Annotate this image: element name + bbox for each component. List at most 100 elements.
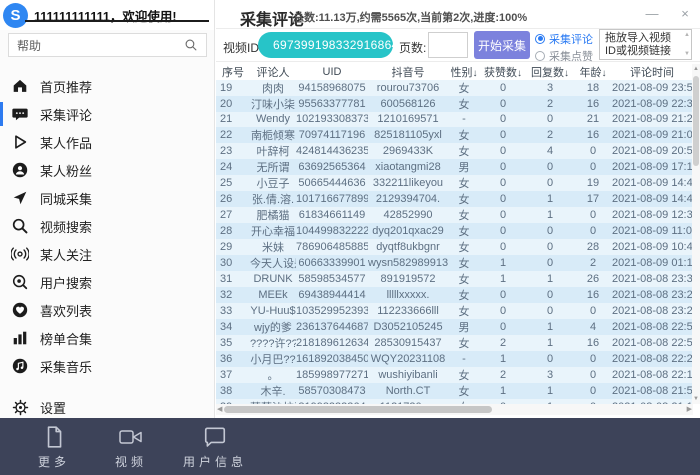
- sidebar-item-user-following[interactable]: 某人关注: [0, 240, 215, 268]
- cell-replies: 1: [526, 271, 574, 287]
- cell-age: 19: [574, 175, 612, 191]
- sidebar-item-rank-collection[interactable]: 榜单合集: [0, 324, 215, 352]
- cell-commenter: Wendy: [250, 112, 296, 127]
- sidebar-item-label: 设置: [40, 398, 66, 417]
- table-row[interactable]: 35????许?? ??...218189612634...2853091543…: [216, 335, 692, 351]
- table-row[interactable]: 23叶辞柯424814436235...2969433K女0402021-08-…: [216, 143, 692, 159]
- cell-comment-time: 2021-08-09 20:5: [612, 143, 692, 159]
- sidebar-item-city-collect[interactable]: 同城采集: [0, 184, 215, 212]
- comment-icon: [10, 104, 30, 124]
- cell-gender: 女: [448, 143, 480, 159]
- sidebar-item-user-search[interactable]: 用户搜索: [0, 268, 215, 296]
- column-header-uid[interactable]: UID: [296, 64, 368, 80]
- table-row[interactable]: 37。185998977271...wushiyibanli女2302021-0…: [216, 367, 692, 383]
- table-row[interactable]: 32MEEk69438944414lllllxxxxx.女00162021-08…: [216, 287, 692, 303]
- table-row[interactable]: 27肥橘猫6183466114942852990女0102021-08-09 1…: [216, 207, 692, 223]
- sidebar-item-collect-music[interactable]: 采集音乐: [0, 352, 215, 380]
- video-id-input[interactable]: 6973991983329168644: [258, 32, 393, 58]
- minimize-button[interactable]: —: [641, 4, 663, 24]
- column-header-likes[interactable]: 获赞数↓: [480, 64, 526, 80]
- vertical-scrollbar[interactable]: ▲ ▼: [692, 64, 700, 404]
- radio-collect-likes[interactable]: 采集点赞: [535, 48, 593, 63]
- cell-douyin-id: xiaotangmi28: [368, 159, 448, 175]
- cell-uid: 218189612634...: [296, 335, 368, 351]
- sidebar-item-user-works[interactable]: 某人作品: [0, 128, 215, 156]
- table-row[interactable]: 21Wendy1021933083731210169571-00212021-0…: [216, 112, 692, 127]
- cell-comment-time: 2021-08-09 12:3: [612, 207, 692, 223]
- table-row[interactable]: 25小豆子50665444636332211likeyou女00192021-0…: [216, 175, 692, 191]
- sidebar-item-collect-comments[interactable]: 采集评论: [0, 100, 215, 128]
- sidebar-item-settings[interactable]: 设置: [0, 393, 66, 421]
- scroll-right-icon[interactable]: ▶: [687, 404, 692, 415]
- table-row[interactable]: 26张.倩.溶.1017166778992129394704.女01172021…: [216, 191, 692, 207]
- table-row[interactable]: 30今天人设是...60663339901wysn582989913女10220…: [216, 255, 692, 271]
- scroll-down-icon[interactable]: ▼: [692, 395, 700, 403]
- table-row[interactable]: 34wjy的爹236137644687...D3052105245男014202…: [216, 319, 692, 335]
- vertical-scrollbar-thumb[interactable]: [693, 76, 699, 166]
- column-header-commenter[interactable]: 评论人: [250, 64, 296, 80]
- cell-index: 26: [216, 191, 250, 207]
- bottom-item-more[interactable]: 更多: [38, 424, 70, 470]
- horizontal-scrollbar[interactable]: ◀ ▶: [216, 404, 693, 415]
- table-row[interactable]: 19肉肉94158968075rourou73706女03182021-08-0…: [216, 80, 692, 96]
- cell-uid: 103529952393: [296, 303, 368, 319]
- collect-mode-radio-group: 采集评论 采集点赞: [535, 31, 593, 65]
- column-header-age[interactable]: 年龄↓: [574, 64, 612, 80]
- column-header-douyin-id[interactable]: 抖音号: [368, 64, 448, 80]
- cell-replies: 1: [526, 335, 574, 351]
- table-row[interactable]: 38木辛.58570308473North.CT女1102021-08-08 2…: [216, 383, 692, 399]
- table-row[interactable]: 28开心幸福104499832222dyq201qxac29女0002021-0…: [216, 223, 692, 239]
- table-row[interactable]: 29米妹786906485885...dyqtf8ukbgnr女00282021…: [216, 239, 692, 255]
- sidebar-item-user-fans[interactable]: 某人粉丝: [0, 156, 215, 184]
- table-row[interactable]: 36小月巴??161892038450...WQY20231108-100202…: [216, 351, 692, 367]
- sidebar-item-likes-list[interactable]: 喜欢列表: [0, 296, 215, 324]
- video-search-icon: [10, 216, 30, 236]
- bottom-item-user-info[interactable]: 用户信息: [183, 424, 247, 470]
- radio-collect-comments[interactable]: 采集评论: [535, 31, 593, 46]
- column-header-comment-time[interactable]: 评论时间: [612, 64, 692, 80]
- cell-comment-time: 2021-08-08 21:5: [612, 383, 692, 399]
- cell-age: 0: [574, 159, 612, 175]
- sidebar-item-label: 喜欢列表: [40, 301, 92, 320]
- cell-age: 0: [574, 351, 612, 367]
- table-row[interactable]: 24无所谓63692565364xiaotangmi28男0002021-08-…: [216, 159, 692, 175]
- table-row[interactable]: 31DRUNK58598534577891919572女11262021-08-…: [216, 271, 692, 287]
- sidebar-item-home-feed[interactable]: 首页推荐: [0, 72, 215, 100]
- cell-replies: 2: [526, 96, 574, 112]
- start-collect-button[interactable]: 开始采集: [474, 31, 530, 59]
- cell-gender: 女: [448, 271, 480, 287]
- sidebar-item-video-search[interactable]: 视频搜索: [0, 212, 215, 240]
- main-header: 采集评论 总数:11.13万,约需5565次,当前第2次,进度:100% — ×: [216, 0, 700, 29]
- bottom-item-video[interactable]: 视频: [115, 424, 147, 470]
- cell-likes: 0: [480, 112, 526, 127]
- cell-replies: 3: [526, 367, 574, 383]
- scroll-up-icon[interactable]: ▲: [692, 65, 700, 73]
- help-search-input[interactable]: 帮助: [8, 33, 207, 57]
- table-row[interactable]: 20汀味小柒95563377781600568126女02162021-08-0…: [216, 96, 692, 112]
- column-header-index[interactable]: 序号: [216, 64, 250, 80]
- sidebar-item-label: 采集评论: [40, 105, 92, 124]
- cell-age: 16: [574, 287, 612, 303]
- cell-comment-time: 2021-08-08 23:3: [612, 271, 692, 287]
- cell-age: 2: [574, 255, 612, 271]
- welcome-text: 111111111111，欢迎使用!: [34, 6, 177, 25]
- video-id-dropzone[interactable]: 拖放导入视频ID或视频链接 ▲ ▼: [599, 29, 692, 60]
- horizontal-scrollbar-thumb[interactable]: [224, 406, 492, 413]
- cell-commenter: 小豆子: [250, 175, 296, 191]
- close-button[interactable]: ×: [674, 4, 696, 24]
- cell-commenter: 叶辞柯: [250, 143, 296, 159]
- column-header-gender[interactable]: 性别↓: [448, 64, 480, 80]
- cell-comment-time: 2021-08-09 23:5: [612, 80, 692, 96]
- table-row[interactable]: 22南栀倾寒70974117196825181105yxl女02162021-0…: [216, 127, 692, 143]
- cell-index: 24: [216, 159, 250, 175]
- cell-douyin-id: D3052105245: [368, 319, 448, 335]
- column-header-replies[interactable]: 回复数↓: [526, 64, 574, 80]
- collect-progress-stats: 总数:11.13万,约需5565次,当前第2次,进度:100%: [293, 9, 527, 25]
- table-row[interactable]: 33YU-Huu$103529952393112233666lll女000202…: [216, 303, 692, 319]
- cell-uid: 236137644687...: [296, 319, 368, 335]
- cell-douyin-id: 2129394704.: [368, 191, 448, 207]
- scroll-left-icon[interactable]: ◀: [217, 404, 222, 415]
- cell-uid: 161892038450...: [296, 351, 368, 367]
- cell-likes: 0: [480, 207, 526, 223]
- pages-input[interactable]: [428, 32, 468, 58]
